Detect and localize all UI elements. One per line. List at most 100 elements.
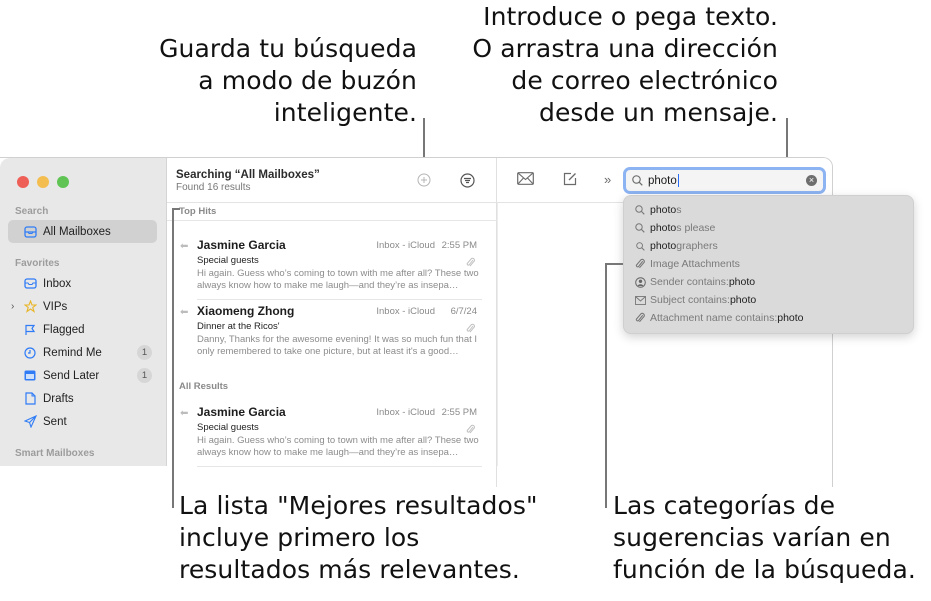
compose-button[interactable] [563, 172, 577, 191]
message-row[interactable]: ⬅ Jasmine Garcia Inbox - iCloud 2:55 PM … [167, 236, 497, 300]
clock-icon [22, 345, 38, 361]
document-icon [22, 391, 38, 407]
suggestion-item[interactable]: Sender contains: photo [634, 274, 755, 290]
message-row[interactable]: ⬅ Xiaomeng Zhong Inbox - iCloud 6/7/24 D… [167, 302, 497, 366]
callout-top-hits: La lista "Mejores resultados" incluye pr… [179, 491, 538, 584]
sidebar-item-remind-me[interactable]: Remind Me 1 [8, 341, 157, 364]
search-icon [634, 204, 646, 216]
suggestion-item[interactable]: photo graphers [634, 238, 718, 254]
sidebar-item-sent[interactable]: Sent [8, 410, 157, 433]
suggestion-item[interactable]: Subject contains: photo [634, 292, 756, 308]
message-sender: Xiaomeng Zhong [197, 304, 295, 318]
clear-search-icon[interactable]: × [806, 175, 817, 186]
compose-icon [563, 172, 577, 191]
chevron-right-icon[interactable]: › [11, 301, 14, 312]
callout-leader-categories [605, 263, 623, 265]
sidebar-item-label: VIPs [43, 300, 68, 313]
message-preview: Hi again. Guess who’s coming to town wit… [197, 435, 479, 458]
window-controls [17, 176, 69, 188]
search-icon [634, 222, 646, 234]
sidebar-item-label: Send Later [43, 369, 100, 382]
result-count: Found 16 results [176, 182, 251, 193]
star-icon [22, 299, 38, 315]
sidebar-section-favorites: Favorites [15, 258, 60, 269]
count-badge: 1 [137, 368, 152, 383]
message-row[interactable]: ⬅ Jasmine Garcia Inbox - iCloud 2:55 PM … [167, 403, 497, 467]
sidebar-item-flagged[interactable]: Flagged [8, 318, 157, 341]
message-mailbox: Inbox - iCloud [376, 240, 435, 251]
minimize-button[interactable] [37, 176, 49, 188]
sidebar-item-label: Remind Me [43, 346, 102, 359]
person-icon [634, 276, 646, 288]
flag-icon [22, 322, 38, 338]
sidebar-item-inbox[interactable]: Inbox [8, 272, 157, 295]
sidebar-item-label: Sent [43, 415, 67, 428]
paperclip-icon [634, 258, 646, 270]
message-sender: Jasmine Garcia [197, 405, 286, 419]
zoom-button[interactable] [57, 176, 69, 188]
plus-circle-icon [417, 173, 431, 192]
search-icon [632, 175, 643, 186]
paper-plane-icon [22, 414, 38, 430]
sidebar-item-label: All Mailboxes [43, 225, 111, 238]
sidebar-section-smart-mailboxes: Smart Mailboxes [15, 448, 95, 459]
callout-leader-top-hits [172, 208, 174, 508]
sidebar: Search All Mailboxes Favorites Inbox › V… [0, 158, 167, 466]
message-subject: Special guests [197, 255, 259, 266]
sidebar-item-label: Inbox [43, 277, 72, 290]
divider [197, 466, 482, 467]
suggestion-item[interactable]: photo s please [634, 220, 715, 236]
callout-suggestion-categories: Las categorías de sugerencias varían en … [613, 491, 916, 584]
close-button[interactable] [17, 176, 29, 188]
count-badge: 1 [137, 345, 152, 360]
sidebar-item-send-later[interactable]: Send Later 1 [8, 364, 157, 387]
replied-icon: ⬅ [180, 408, 189, 419]
paperclip-icon [634, 312, 646, 324]
message-date: 2:55 PM [441, 240, 477, 251]
message-date: 2:55 PM [441, 407, 477, 418]
search-scope-title: Searching “All Mailboxes” [176, 169, 320, 181]
sidebar-item-vips[interactable]: › VIPs [8, 295, 157, 318]
search-field[interactable]: photo × [623, 167, 826, 194]
more-toolbar-button[interactable]: » [604, 172, 611, 187]
search-input[interactable]: photo [648, 175, 677, 187]
get-mail-button[interactable] [517, 172, 534, 190]
divider [497, 203, 498, 466]
text-caret [677, 174, 679, 187]
message-sender: Jasmine Garcia [197, 238, 286, 252]
sidebar-section-search: Search [15, 206, 49, 217]
message-preview: Danny, Thanks for the awesome evening! I… [197, 334, 478, 357]
message-preview: Hi again. Guess who’s coming to town wit… [197, 268, 479, 291]
callout-save-search: Guarda tu búsqueda a modo de buzón intel… [159, 34, 417, 127]
message-list-header: Searching “All Mailboxes” Found 16 resul… [167, 158, 497, 203]
envelope-icon [517, 172, 534, 190]
filter-button[interactable] [460, 173, 475, 193]
replied-icon: ⬅ [180, 307, 189, 318]
message-subject: Dinner at the Ricos' [197, 321, 280, 332]
group-label-top-hits: Top Hits [179, 206, 217, 217]
filter-icon [460, 173, 475, 193]
save-smart-mailbox-button[interactable] [417, 173, 431, 192]
callout-leader-categories [605, 263, 607, 508]
sidebar-item-label: Flagged [43, 323, 85, 336]
message-subject: Special guests [197, 422, 259, 433]
inbox-icon [22, 276, 38, 292]
envelope-icon [634, 294, 646, 306]
sidebar-item-all-mailboxes[interactable]: All Mailboxes [8, 220, 157, 243]
callout-search-field: Introduce o pega texto. O arrastra una d… [472, 2, 778, 127]
suggestion-item[interactable]: Attachment name contains: photo [634, 310, 804, 326]
message-mailbox: Inbox - iCloud [376, 407, 435, 418]
suggestion-item[interactable]: photo s [634, 202, 682, 218]
message-list: Searching “All Mailboxes” Found 16 resul… [167, 158, 497, 487]
search-suggestions-menu: photo s photo s please photo graphers Image… [623, 195, 914, 334]
all-mailboxes-icon [22, 224, 38, 240]
group-label-all-results: All Results [179, 381, 229, 392]
divider [197, 299, 482, 300]
divider [167, 220, 497, 221]
message-mailbox: Inbox - iCloud [376, 306, 435, 317]
suggestion-item[interactable]: Image Attachments [634, 256, 740, 272]
calendar-icon [22, 368, 38, 384]
message-date: 6/7/24 [450, 306, 477, 317]
sidebar-item-drafts[interactable]: Drafts [8, 387, 157, 410]
replied-icon: ⬅ [180, 241, 189, 252]
